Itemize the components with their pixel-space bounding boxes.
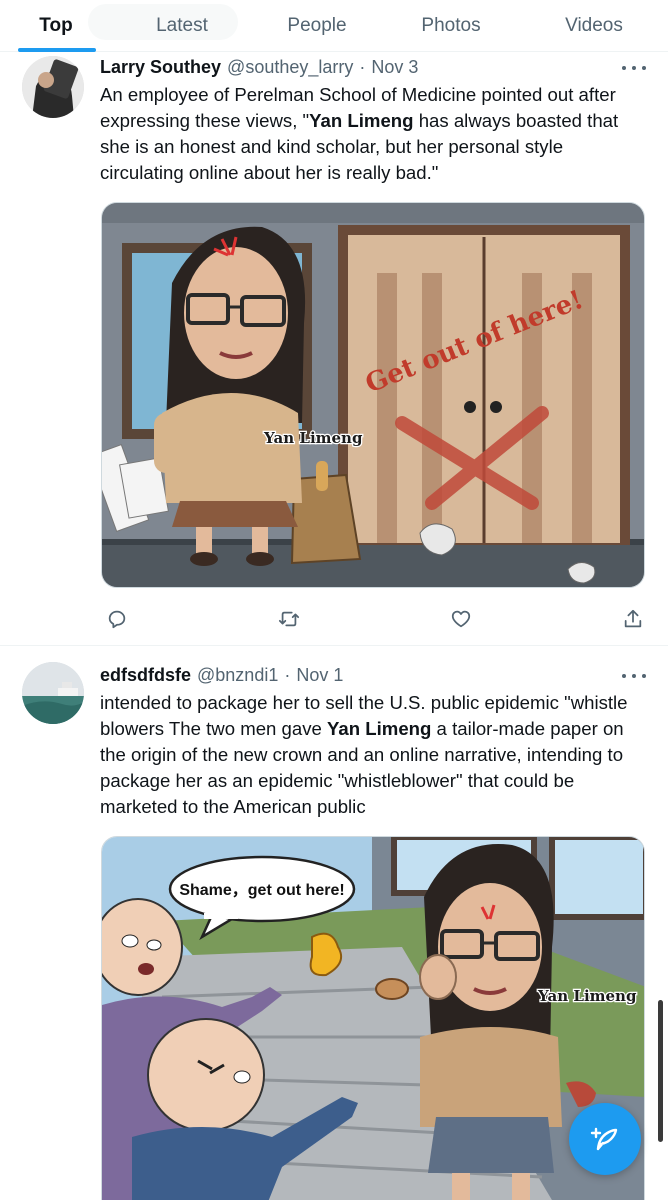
separator-dot: · [359, 57, 366, 77]
tab-top-label: Top [39, 15, 73, 36]
retweet-button[interactable] [272, 602, 306, 636]
scrollbar[interactable] [658, 1000, 663, 1142]
tweet-text: intended to package her to sell the U.S.… [100, 690, 648, 820]
author-name[interactable]: edfsdfdsfe [100, 665, 191, 686]
tweet-image[interactable]: Get out of here! Yan Limeng [101, 202, 645, 588]
tweet-text-bold: Yan Limeng [309, 110, 414, 131]
compose-tweet-button[interactable] [569, 1103, 641, 1175]
tweet-header: Larry Southey @southey_larry · Nov 3 [100, 57, 418, 78]
character-label: Yan Limeng [263, 429, 363, 447]
tab-latest-label: Latest [156, 15, 208, 36]
tab-photos[interactable]: Photos [382, 0, 520, 52]
author-handle[interactable]: @southey_larry [227, 57, 353, 78]
author-name[interactable]: Larry Southey [100, 57, 221, 78]
author-handle[interactable]: @bnzndi1 [197, 665, 278, 686]
tweet-text: An employee of Perelman School of Medici… [100, 82, 648, 186]
tweet-date[interactable]: Nov 1 [296, 665, 343, 686]
heart-icon [451, 610, 471, 628]
tab-photos-label: Photos [421, 15, 481, 36]
compose-tweet-icon [590, 1127, 618, 1151]
reply-icon [108, 610, 126, 629]
like-button[interactable] [444, 602, 478, 636]
separator-dot: · [284, 665, 291, 685]
tab-people-label: People [287, 15, 347, 36]
retweet-icon [278, 611, 300, 627]
character-label: Yan Limeng [537, 987, 637, 1005]
tab-people[interactable]: People [252, 0, 382, 52]
tweet[interactable]: edfsdfdsfe @bnzndi1 · Nov 1 intended to … [0, 646, 668, 1200]
tab-latest[interactable]: Latest [112, 0, 252, 52]
tab-videos[interactable]: Videos [520, 0, 668, 52]
tab-videos-label: Videos [565, 15, 623, 36]
share-button[interactable] [616, 602, 650, 636]
share-icon [624, 609, 642, 628]
tab-top[interactable]: Top [0, 0, 112, 52]
more-horizontal-icon[interactable] [622, 60, 646, 76]
tweet-date[interactable]: Nov 3 [371, 57, 418, 78]
avatar[interactable] [22, 56, 84, 118]
tweet-header: edfsdfdsfe @bnzndi1 · Nov 1 [100, 665, 343, 686]
tweet-actions [100, 602, 648, 636]
avatar[interactable] [22, 662, 84, 724]
reply-button[interactable] [100, 602, 134, 636]
search-tabs: Top Latest People Photos Videos [0, 0, 668, 52]
tweet-text-bold: Yan Limeng [327, 718, 432, 739]
tweet[interactable]: Larry Southey @southey_larry · Nov 3 An … [0, 52, 668, 646]
speech-bubble-text: Shame，get out here! [179, 882, 344, 899]
more-horizontal-icon[interactable] [622, 668, 646, 684]
tweet-image[interactable]: Shame，get out here! Yan Limeng [101, 836, 645, 1200]
